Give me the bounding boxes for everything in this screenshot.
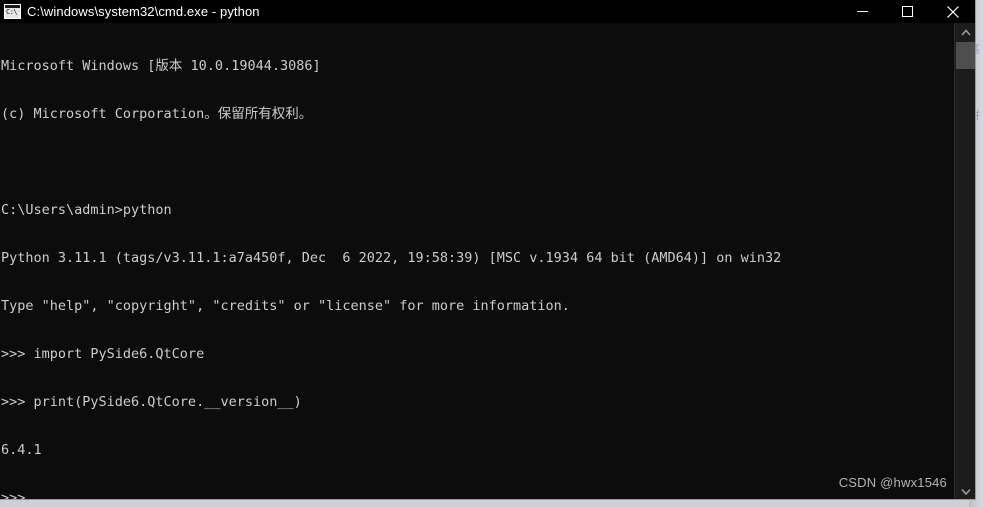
console-line: Python 3.11.1 (tags/v3.11.1:a7a450f, Dec… [1,250,782,266]
close-button[interactable] [930,0,975,23]
watermark-text: CSDN @hwx1546 [838,475,947,490]
window-title: C:\windows\system32\cmd.exe - python [27,4,260,19]
vertical-scrollbar[interactable] [954,23,975,499]
console-line: >>> import PySide6.QtCore [1,346,205,362]
minimize-button[interactable] [840,0,885,23]
console-line: C:\Users\admin>python [1,202,172,218]
console-line: (c) Microsoft Corporation。保留所有权利。 [1,106,313,122]
cmd-console-icon: C:\ [4,4,21,19]
console-line: 6.4.1 [1,442,42,458]
scrollbar-thumb[interactable] [956,42,975,69]
console-text: Microsoft Windows [版本 10.0.19044.3086] (… [1,26,953,500]
maximize-button[interactable] [885,0,930,23]
console-output-area[interactable]: Microsoft Windows [版本 10.0.19044.3086] (… [0,23,975,500]
console-line: >>> print(PySide6.QtCore.__version__) [1,394,302,410]
chevron-up-icon[interactable] [955,23,975,41]
cmd-console-icon-text: C:\ [6,8,18,16]
chevron-down-icon[interactable] [955,482,975,499]
window-controls [840,0,975,23]
desktop-background: 匹 拼 C C:\ C:\windows\system32\cmd.exe - … [0,0,983,507]
console-line: Type "help", "copyright", "credits" or "… [1,298,570,314]
title-bar[interactable]: C:\ C:\windows\system32\cmd.exe - python [0,0,975,23]
console-line-prompt: >>> [1,490,34,500]
console-line: Microsoft Windows [版本 10.0.19044.3086] [1,58,321,74]
cmd-console-window: C:\ C:\windows\system32\cmd.exe - python [0,0,976,500]
